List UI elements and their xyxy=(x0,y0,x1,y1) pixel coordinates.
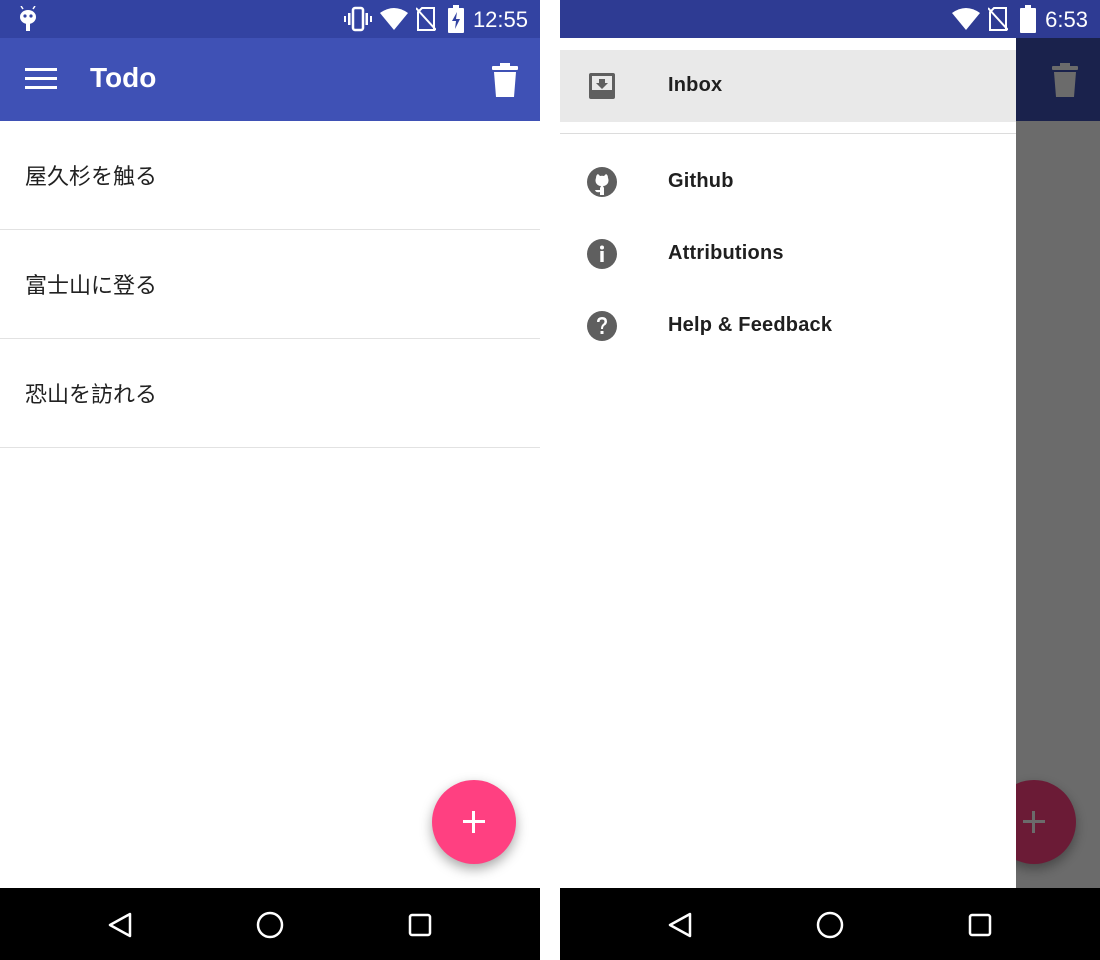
todo-text: 恐山を訪れる xyxy=(25,383,158,408)
android-debug-icon xyxy=(20,6,36,31)
app-bar: Todo xyxy=(0,38,540,121)
hamburger-menu-icon[interactable] xyxy=(25,68,59,92)
todo-list-screen: 12:55 Todo 屋久杉を触る 富士山に登る 恐山を訪れる xyxy=(0,0,540,960)
drawer-open-screen: 6:53 Inbox Github Attributions Help & Fe… xyxy=(560,0,1100,960)
home-icon[interactable] xyxy=(816,911,844,939)
list-item[interactable]: 恐山を訪れる xyxy=(0,339,540,448)
recents-icon[interactable] xyxy=(968,913,992,937)
drawer-divider xyxy=(560,133,1016,134)
info-icon xyxy=(587,239,617,269)
navigation-bar xyxy=(0,888,540,960)
drawer-item-help-feedback[interactable]: Help & Feedback xyxy=(560,290,1016,362)
todo-text: 富士山に登る xyxy=(25,274,158,299)
help-icon xyxy=(587,311,617,341)
inbox-icon xyxy=(589,73,615,99)
todo-list: 屋久杉を触る 富士山に登る 恐山を訪れる xyxy=(0,121,540,448)
status-bar: 12:55 xyxy=(0,0,540,38)
drawer-item-inbox[interactable]: Inbox xyxy=(560,50,1016,122)
battery-charging-icon xyxy=(448,5,464,33)
drawer-item-label: Github xyxy=(668,170,734,192)
navigation-bar xyxy=(560,888,1100,960)
wifi-icon xyxy=(952,8,980,30)
delete-icon[interactable] xyxy=(490,63,520,97)
todo-text: 屋久杉を触る xyxy=(25,165,158,190)
github-icon xyxy=(587,167,617,197)
add-todo-button[interactable] xyxy=(432,780,516,864)
clock: 6:53 xyxy=(1045,7,1088,32)
clock: 12:55 xyxy=(472,7,528,32)
app-title: Todo xyxy=(90,62,157,93)
drawer-item-label: Inbox xyxy=(668,74,723,96)
status-bar: 6:53 xyxy=(560,0,1100,38)
no-sim-icon xyxy=(416,7,436,31)
list-item[interactable]: 屋久杉を触る xyxy=(0,121,540,230)
back-icon[interactable] xyxy=(107,912,133,938)
drawer-item-attributions[interactable]: Attributions xyxy=(560,218,1016,290)
wifi-icon xyxy=(380,8,408,30)
back-icon[interactable] xyxy=(667,912,693,938)
no-sim-icon xyxy=(988,7,1008,31)
battery-icon xyxy=(1020,5,1036,33)
drawer-item-github[interactable]: Github xyxy=(560,146,1016,218)
drawer-item-label: Help & Feedback xyxy=(668,314,833,336)
navigation-drawer: Inbox Github Attributions Help & Feedbac… xyxy=(560,38,1016,888)
drawer-item-label: Attributions xyxy=(668,242,784,264)
vibrate-icon xyxy=(344,6,372,32)
home-icon[interactable] xyxy=(256,911,284,939)
list-item[interactable]: 富士山に登る xyxy=(0,230,540,339)
recents-icon[interactable] xyxy=(408,913,432,937)
